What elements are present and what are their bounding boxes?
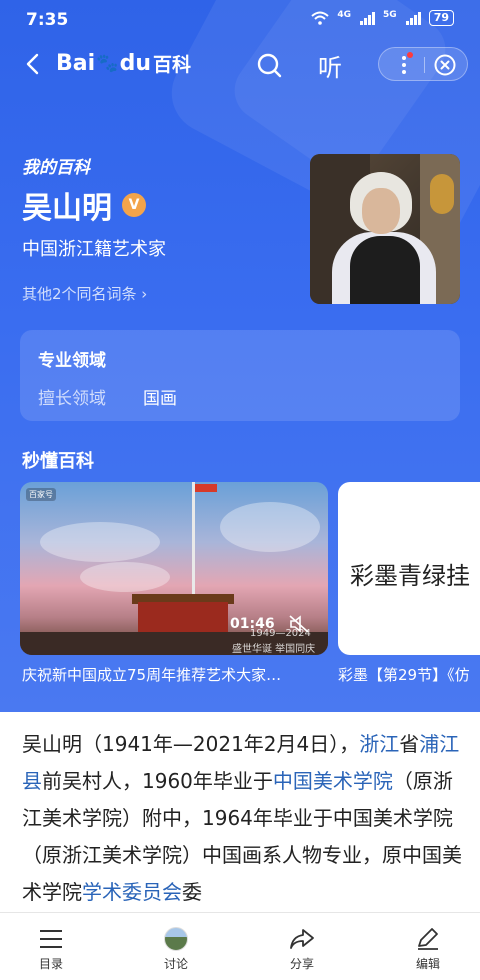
paw-icon: 🐾 (96, 53, 119, 74)
network-label: 5G (383, 10, 397, 20)
video-card[interactable]: 彩墨青绿挂 (338, 482, 480, 655)
logo-text: Bai (56, 51, 96, 76)
notification-dot (407, 52, 413, 58)
list-icon (40, 930, 62, 948)
verified-badge-icon: V (122, 193, 146, 217)
title-row: 吴山明 V (22, 183, 146, 227)
logo-text: 百科 (153, 54, 192, 76)
discuss-button[interactable]: 讨论 (136, 913, 216, 980)
nav-bar: Bai 🐾 du 百科 听 (0, 40, 480, 90)
mute-icon[interactable] (288, 614, 310, 634)
field-key: 擅长领域 (38, 389, 106, 409)
video-section-title: 秒懂百科 (22, 451, 94, 472)
edit-label: 编辑 (415, 957, 440, 971)
search-icon[interactable] (256, 52, 282, 78)
network-label: 4G (337, 10, 352, 20)
entry-subtitle: 中国浙江籍艺术家 (22, 239, 166, 260)
close-icon[interactable] (434, 54, 456, 76)
article-link[interactable]: 中国美术学院 (273, 769, 393, 793)
logo-text: du (119, 51, 151, 76)
edit-icon (418, 928, 438, 950)
field-value[interactable]: 国画 (143, 384, 177, 409)
article-text: 省 (399, 732, 420, 756)
article-text: 委 (182, 880, 202, 904)
signal-icon (405, 11, 421, 25)
status-bar: 7:35 4G 5G 79 (0, 0, 480, 40)
page-title: 吴山明 (22, 191, 112, 226)
video-caption[interactable]: 彩墨【第29节】《仿 (338, 664, 480, 685)
article-link[interactable]: 浙江 (359, 732, 399, 756)
toc-button[interactable]: 目录 (11, 913, 91, 980)
avatar (164, 927, 188, 951)
share-icon (290, 929, 314, 949)
video-caption[interactable]: 庆祝新中国成立75周年推荐艺术大家… (22, 664, 328, 685)
wifi-icon (311, 11, 330, 25)
edit-button[interactable]: 编辑 (388, 913, 468, 980)
field-card-heading: 专业领域 (38, 351, 106, 371)
hero-header: 7:35 4G 5G 79 Bai 🐾 du 百科 听 我的百科 吴山明 V 中… (0, 0, 480, 712)
video-cover-text: 彩墨青绿挂 (350, 562, 470, 590)
more-icon[interactable] (395, 55, 413, 75)
portrait-image[interactable] (310, 154, 460, 304)
article-text: 前吴村人，1960年毕业于 (42, 769, 273, 793)
article-text: 吴山明（1941年—2021年2月4日）， (22, 732, 360, 756)
article-body: 吴山明（1941年—2021年2月4日），浙江省浦江县前吴村人，1960年毕业于… (22, 726, 462, 911)
share-label: 分享 (289, 957, 314, 971)
share-button[interactable]: 分享 (262, 913, 342, 980)
article-link[interactable]: 学术委员会 (82, 880, 182, 904)
signal-icon (360, 11, 376, 25)
listen-button[interactable]: 听 (318, 48, 342, 83)
video-card[interactable]: 百家号 01:46 1949—2024 盛世华诞 举国同庆 (20, 482, 328, 655)
status-time: 7:35 (26, 10, 69, 30)
back-arrow-icon[interactable] (22, 52, 46, 76)
battery-indicator: 79 (428, 10, 454, 26)
discuss-label: 讨论 (163, 957, 188, 971)
bottom-toolbar: 目录 讨论 分享 编辑 (0, 912, 480, 980)
video-source-badge: 百家号 (26, 488, 56, 501)
toc-label: 目录 (38, 957, 63, 971)
field-card: 专业领域 擅长领域 国画 (20, 330, 460, 421)
video-overlay-text: 盛世华诞 举国同庆 (232, 644, 316, 655)
flag (195, 484, 217, 492)
section-label: 我的百科 (22, 158, 90, 178)
divider (424, 57, 425, 73)
mini-program-capsule (378, 47, 468, 81)
baidu-baike-logo: Bai 🐾 du 百科 (56, 50, 191, 77)
same-name-link[interactable]: 其他2个同名词条 › (22, 283, 147, 304)
